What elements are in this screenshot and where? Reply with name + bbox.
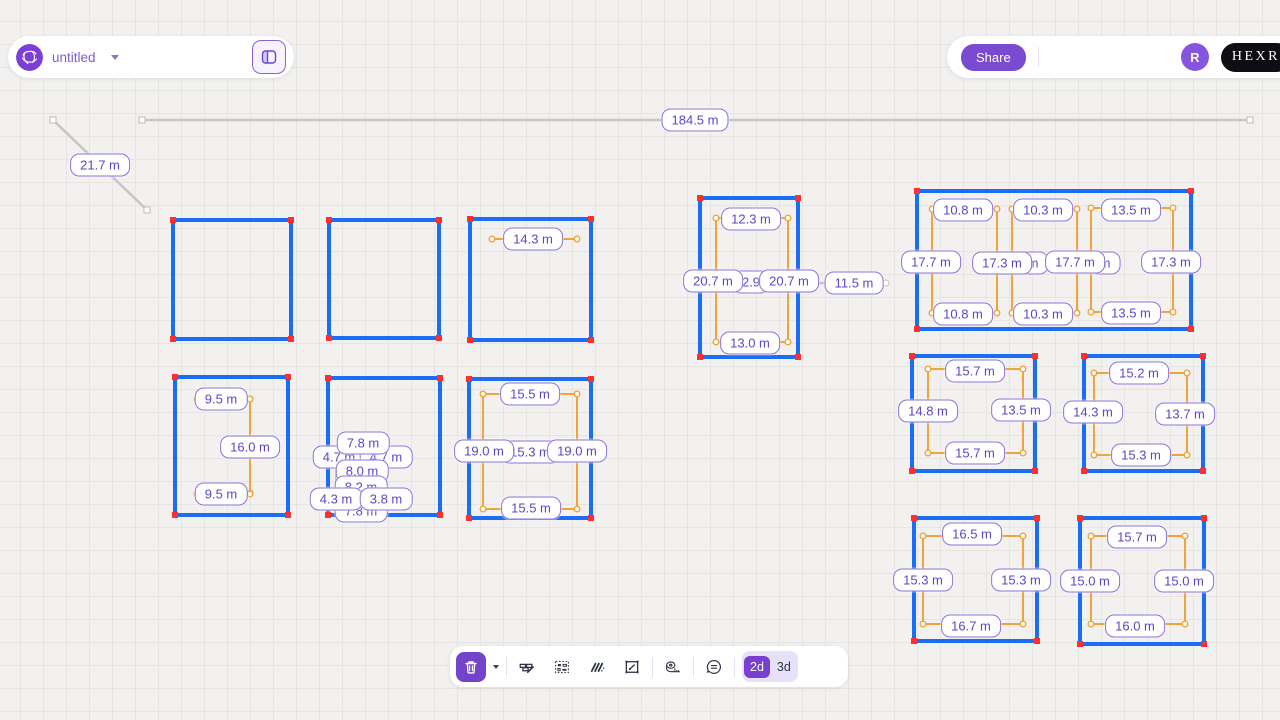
dimension-label[interactable]: 10.3 m xyxy=(1013,303,1073,326)
dimension-label[interactable]: 12.3 m xyxy=(721,208,781,231)
delete-options-caret[interactable] xyxy=(493,665,499,669)
avatar[interactable]: R xyxy=(1181,43,1209,71)
wall-draw-tool-button[interactable] xyxy=(512,652,542,682)
dimension-label[interactable]: 14.3 m xyxy=(1063,401,1123,424)
dimension-label[interactable]: 15.7 m xyxy=(1107,526,1167,549)
trash-icon xyxy=(463,659,479,675)
dimension-label[interactable]: 3.8 m xyxy=(360,488,413,511)
bottom-toolbar: 2d 3d xyxy=(450,646,848,687)
brand-badge: HEXR xyxy=(1221,43,1280,72)
sidebar-icon xyxy=(260,48,278,66)
app-logo-icon xyxy=(16,44,43,71)
dimension-label[interactable]: 15.0 m xyxy=(1154,570,1214,593)
dimension-label[interactable]: 13.5 m xyxy=(991,399,1051,422)
dimension-label[interactable]: 16.7 m xyxy=(941,615,1001,638)
layout-select-tool-button[interactable] xyxy=(547,652,577,682)
dimension-label[interactable]: 13.5 m xyxy=(1101,302,1161,325)
dimension-label[interactable]: 15.3 m xyxy=(1111,444,1171,467)
dimension-label[interactable]: 16.0 m xyxy=(220,436,280,459)
dimension-label[interactable]: 9.5 m xyxy=(195,483,248,506)
dimension-label[interactable]: 10.8 m xyxy=(933,199,993,222)
dimension-label[interactable]: 20.7 m xyxy=(759,270,819,293)
divider xyxy=(734,657,735,677)
dimension-label[interactable]: 15.5 m xyxy=(501,497,561,520)
divider xyxy=(693,657,694,677)
dimension-label[interactable]: 15.3 m xyxy=(893,569,953,592)
dimension-label[interactable]: 15.7 m xyxy=(945,360,1005,383)
comment-icon xyxy=(705,656,723,678)
view-mode-toggle: 2d 3d xyxy=(742,651,798,682)
dimension-label[interactable]: 14.8 m xyxy=(898,400,958,423)
dimension-lines xyxy=(0,0,1280,720)
frame-arrow-icon xyxy=(623,656,641,678)
wall-pen-icon xyxy=(518,656,536,678)
share-button[interactable]: Share xyxy=(961,44,1026,71)
comment-tool-button[interactable] xyxy=(699,652,729,682)
dimension-label[interactable]: 10.8 m xyxy=(933,303,993,326)
layout-select-icon xyxy=(553,656,571,678)
dimension-label[interactable]: 16.5 m xyxy=(942,523,1002,546)
toggle-sidebar-button[interactable] xyxy=(252,40,286,74)
dimension-label[interactable]: 17.3 m xyxy=(972,252,1032,275)
measure-tape-icon xyxy=(664,655,682,679)
dimension-label[interactable]: 7.8 m xyxy=(337,432,390,455)
divider xyxy=(1038,47,1039,67)
dimension-label[interactable]: 15.2 m xyxy=(1109,362,1169,385)
dimension-label[interactable]: 17.7 m xyxy=(1045,251,1105,274)
title-dropdown-caret[interactable] xyxy=(111,55,119,60)
dimension-label[interactable]: 15.0 m xyxy=(1060,570,1120,593)
dimension-label[interactable]: 13.0 m xyxy=(720,332,780,355)
drawing-canvas[interactable]: 184.5 m 21.7 m 11.5 m 14.3 m 9.5 m 16.0 m 9.5 … xyxy=(0,0,1280,720)
dimension-label[interactable]: 16.0 m xyxy=(1105,615,1165,638)
dimension-label[interactable]: 15.3 m xyxy=(991,569,1051,592)
dimension-label[interactable]: 10.3 m xyxy=(1013,199,1073,222)
dimension-label[interactable]: 19.0 m xyxy=(454,440,514,463)
dimension-label[interactable]: 20.7 m xyxy=(683,270,743,293)
dimension-label[interactable]: 21.7 m xyxy=(70,154,130,177)
dimension-label[interactable]: 184.5 m xyxy=(662,109,729,132)
measure-tool-button[interactable] xyxy=(658,652,688,682)
divider xyxy=(652,657,653,677)
dimension-label[interactable]: 17.3 m xyxy=(1141,251,1201,274)
dimension-label[interactable]: 15.5 m xyxy=(500,383,560,406)
view-2d-button[interactable]: 2d xyxy=(744,656,770,678)
title-bar: untitled xyxy=(8,36,294,78)
view-3d-button[interactable]: 3d xyxy=(772,656,796,678)
dimension-label[interactable]: 11.5 m xyxy=(825,272,884,295)
divider xyxy=(506,657,507,677)
area-frame-tool-button[interactable] xyxy=(617,652,647,682)
dimension-label[interactable]: 17.7 m xyxy=(901,251,961,274)
dimension-label[interactable]: 15.7 m xyxy=(945,442,1005,465)
dimension-label[interactable]: 19.0 m xyxy=(547,440,607,463)
dimension-label[interactable]: 4.3 m xyxy=(310,488,363,511)
dimension-label[interactable]: 13.5 m xyxy=(1101,199,1161,222)
dimension-label[interactable]: 13.7 m xyxy=(1155,403,1215,426)
delete-button[interactable] xyxy=(456,652,486,682)
account-bar: Share R HEXR xyxy=(947,36,1280,78)
dimension-label[interactable]: 9.5 m xyxy=(195,388,248,411)
hatch-icon xyxy=(588,656,606,678)
document-title[interactable]: untitled xyxy=(52,50,96,65)
dimension-label[interactable]: 14.3 m xyxy=(503,228,563,251)
hatch-tool-button[interactable] xyxy=(582,652,612,682)
